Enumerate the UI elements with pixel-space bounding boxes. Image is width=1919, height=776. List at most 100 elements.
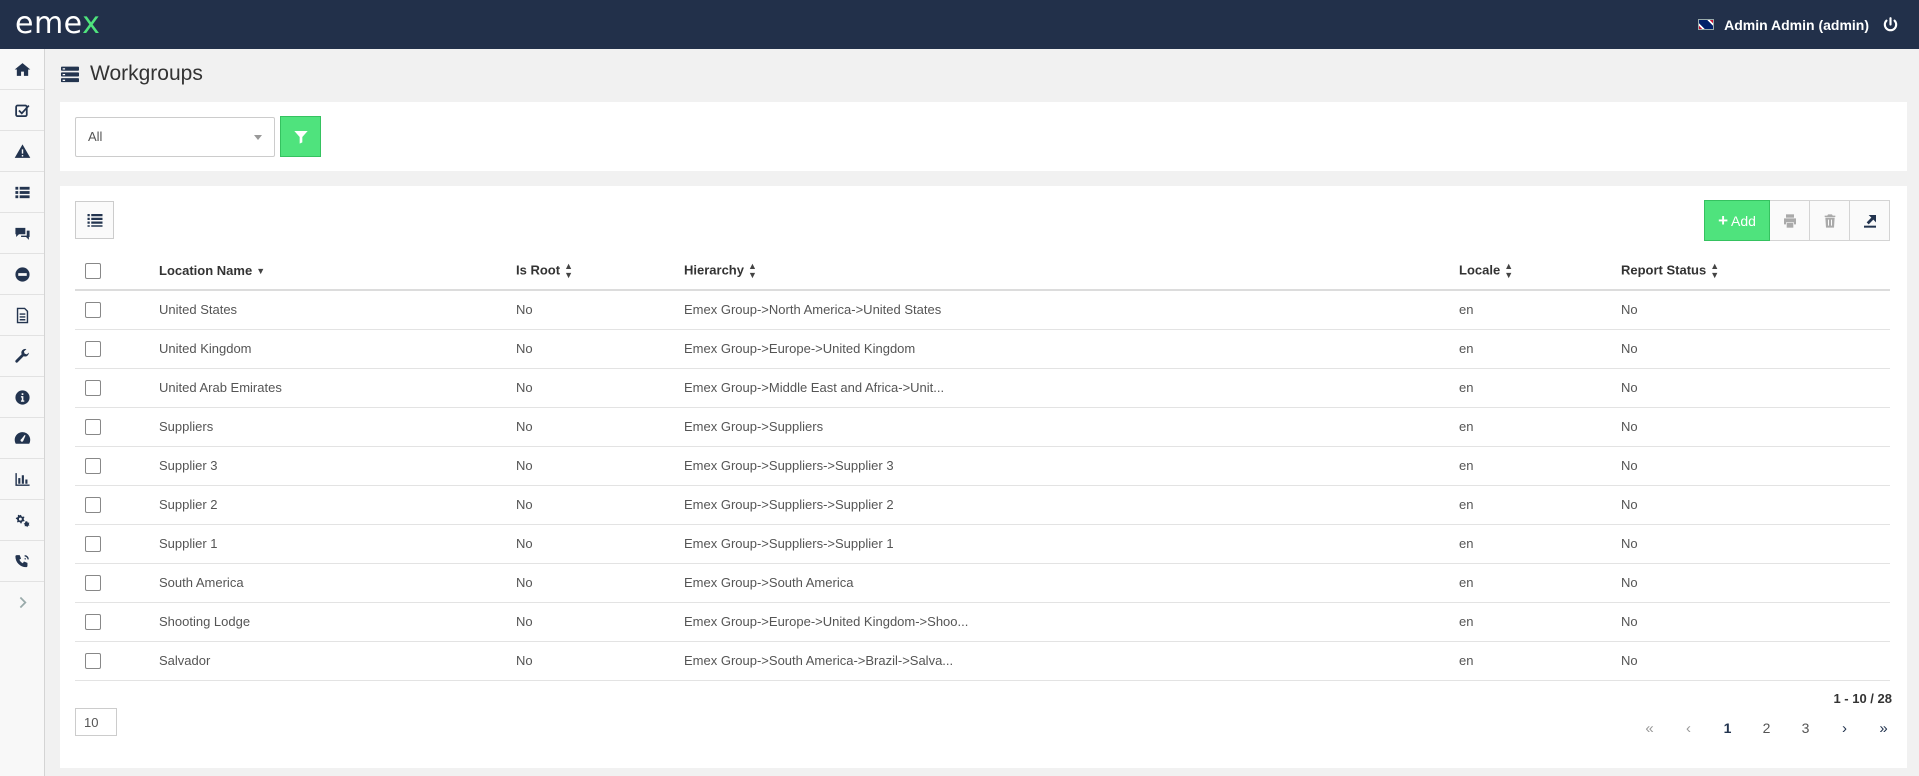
delete-button[interactable] (1810, 200, 1850, 241)
table-row[interactable]: United States No Emex Group->North America… (75, 290, 1890, 330)
cell-report-status: No (1621, 446, 1890, 486)
first-page-button[interactable]: « (1630, 714, 1669, 742)
sidebar-item-incidents[interactable] (0, 131, 44, 172)
sidebar-item-dashboard[interactable] (0, 418, 44, 459)
table-toolbar: + Add (1704, 200, 1890, 241)
sidebar-item-tasks[interactable] (0, 90, 44, 131)
prev-page-button[interactable]: ‹ (1669, 714, 1708, 742)
page-3-button[interactable]: 3 (1786, 714, 1825, 742)
cogs-icon (15, 514, 29, 527)
table-row[interactable]: United Kingdom No Emex Group->Europe->Unit… (75, 329, 1890, 369)
cell-select (75, 368, 159, 408)
sidebar-item-documents[interactable] (0, 295, 44, 336)
chevron-left-icon: ‹ (1686, 719, 1691, 737)
col-is-root[interactable]: Is Root ▲ ▼ (516, 252, 684, 291)
table-row[interactable]: United Arab Emirates No Emex Group->Middle… (75, 368, 1890, 408)
row-select-checkbox[interactable] (85, 574, 101, 591)
table-row[interactable]: Shooting Lodge No Emex Group->Europe->Unit… (75, 602, 1890, 642)
checkbox-icon (14, 104, 30, 117)
row-select-checkbox[interactable] (85, 613, 101, 630)
cell-is-root: No (516, 641, 684, 681)
table-header-row: Location Name ▼ Is Root ▲ ▼ Hierarchy ▲ ▼ Loc… (75, 252, 1890, 291)
sidebar-item-home[interactable] (0, 49, 44, 90)
cell-hierarchy: Emex Group->Suppliers->Supplier 2 (684, 485, 1459, 525)
sidebar-item-settings[interactable] (0, 500, 44, 541)
cell-hierarchy: Emex Group->South America->Brazil->Salva… (684, 641, 1459, 681)
user-name[interactable]: Admin Admin (admin) (1724, 17, 1869, 33)
sort-icon: ▲ ▼ (564, 260, 573, 280)
row-select-checkbox[interactable] (85, 302, 101, 319)
table-row[interactable]: Salvador No Emex Group->South America->Bra… (75, 641, 1890, 681)
page-1-button[interactable]: 1 (1708, 714, 1747, 742)
row-select-checkbox[interactable] (85, 379, 101, 396)
cell-select (75, 641, 159, 681)
power-icon[interactable] (1881, 16, 1899, 34)
sidebar-expand[interactable] (0, 582, 44, 623)
filter-button[interactable] (280, 116, 321, 157)
row-select-checkbox[interactable] (85, 496, 101, 513)
sort-icon: ▲ ▼ (747, 260, 757, 280)
sidebar-item-reports[interactable] (0, 459, 44, 500)
add-button[interactable]: + Add (1704, 200, 1770, 241)
filter-select-value: All (88, 129, 103, 144)
chevron-right-icon (19, 596, 27, 609)
sidebar-item-tools[interactable] (0, 336, 44, 377)
emex-logo[interactable]: emex (15, 6, 100, 41)
next-page-button[interactable]: › (1825, 714, 1864, 742)
export-button[interactable] (1850, 200, 1890, 241)
sidebar-item-contact[interactable] (0, 541, 44, 582)
row-select-checkbox[interactable] (85, 535, 101, 552)
uk-flag-icon[interactable] (1698, 19, 1715, 30)
cell-report-status: No (1621, 329, 1890, 369)
minus-circle-icon (14, 266, 30, 282)
filter-select[interactable]: All (75, 117, 275, 157)
sidebar-item-restricted[interactable] (0, 254, 44, 295)
row-select-checkbox[interactable] (85, 418, 101, 435)
sidebar-item-info[interactable] (0, 377, 44, 418)
trash-icon (1824, 213, 1835, 228)
page-size-input[interactable]: 10 (75, 708, 117, 736)
row-select-checkbox[interactable] (85, 652, 101, 669)
plus-icon: + (1718, 210, 1728, 230)
last-page-button[interactable]: » (1864, 714, 1903, 742)
col-location-name[interactable]: Location Name ▼ (159, 252, 516, 291)
cell-is-root: No (516, 524, 684, 564)
col-locale[interactable]: Locale ▲ ▼ (1459, 252, 1621, 291)
cell-location-name: Salvador (159, 641, 516, 681)
column-list-button[interactable] (75, 201, 114, 239)
table-row[interactable]: Supplier 2 No Emex Group->Suppliers->Suppl… (75, 485, 1890, 525)
sidebar-item-comments[interactable] (0, 213, 44, 254)
bar-chart-icon (14, 472, 30, 486)
select-all-checkbox[interactable] (85, 262, 101, 279)
sort-icon: ▲ ▼ (1504, 260, 1514, 280)
page-2-button[interactable]: 2 (1747, 714, 1786, 742)
sort-icon: ▲ ▼ (1710, 260, 1720, 280)
col-hierarchy[interactable]: Hierarchy ▲ ▼ (684, 252, 1459, 291)
workgroups-icon (61, 66, 79, 83)
cell-hierarchy: Emex Group->South America (684, 563, 1459, 603)
list-icon (14, 186, 30, 198)
cell-location-name: Supplier 2 (159, 485, 516, 525)
col-label: Hierarchy (684, 261, 744, 277)
cell-location-name: Suppliers (159, 407, 516, 447)
cell-is-root: No (516, 563, 684, 603)
col-report-status[interactable]: Report Status ▲ ▼ (1621, 252, 1890, 291)
table-row[interactable]: Supplier 1 No Emex Group->Suppliers->Suppl… (75, 524, 1890, 564)
dashboard-icon (14, 431, 30, 444)
sidebar-item-lists[interactable] (0, 172, 44, 213)
print-button[interactable] (1770, 200, 1810, 241)
cell-is-root: No (516, 368, 684, 408)
cell-select (75, 446, 159, 486)
table-row[interactable]: Suppliers No Emex Group->Suppliers en No (75, 407, 1890, 447)
row-select-checkbox[interactable] (85, 340, 101, 357)
phone-icon (14, 554, 29, 567)
comments-icon (14, 227, 30, 240)
cell-hierarchy: Emex Group->Suppliers->Supplier 1 (684, 524, 1459, 564)
table-row[interactable]: Supplier 3 No Emex Group->Suppliers->Suppl… (75, 446, 1890, 486)
col-label: Location Name (159, 263, 253, 278)
row-select-checkbox[interactable] (85, 457, 101, 474)
cell-locale: en (1459, 524, 1621, 564)
cell-report-status: No (1621, 641, 1890, 681)
cell-locale: en (1459, 485, 1621, 525)
table-row[interactable]: South America No Emex Group->South America… (75, 563, 1890, 603)
